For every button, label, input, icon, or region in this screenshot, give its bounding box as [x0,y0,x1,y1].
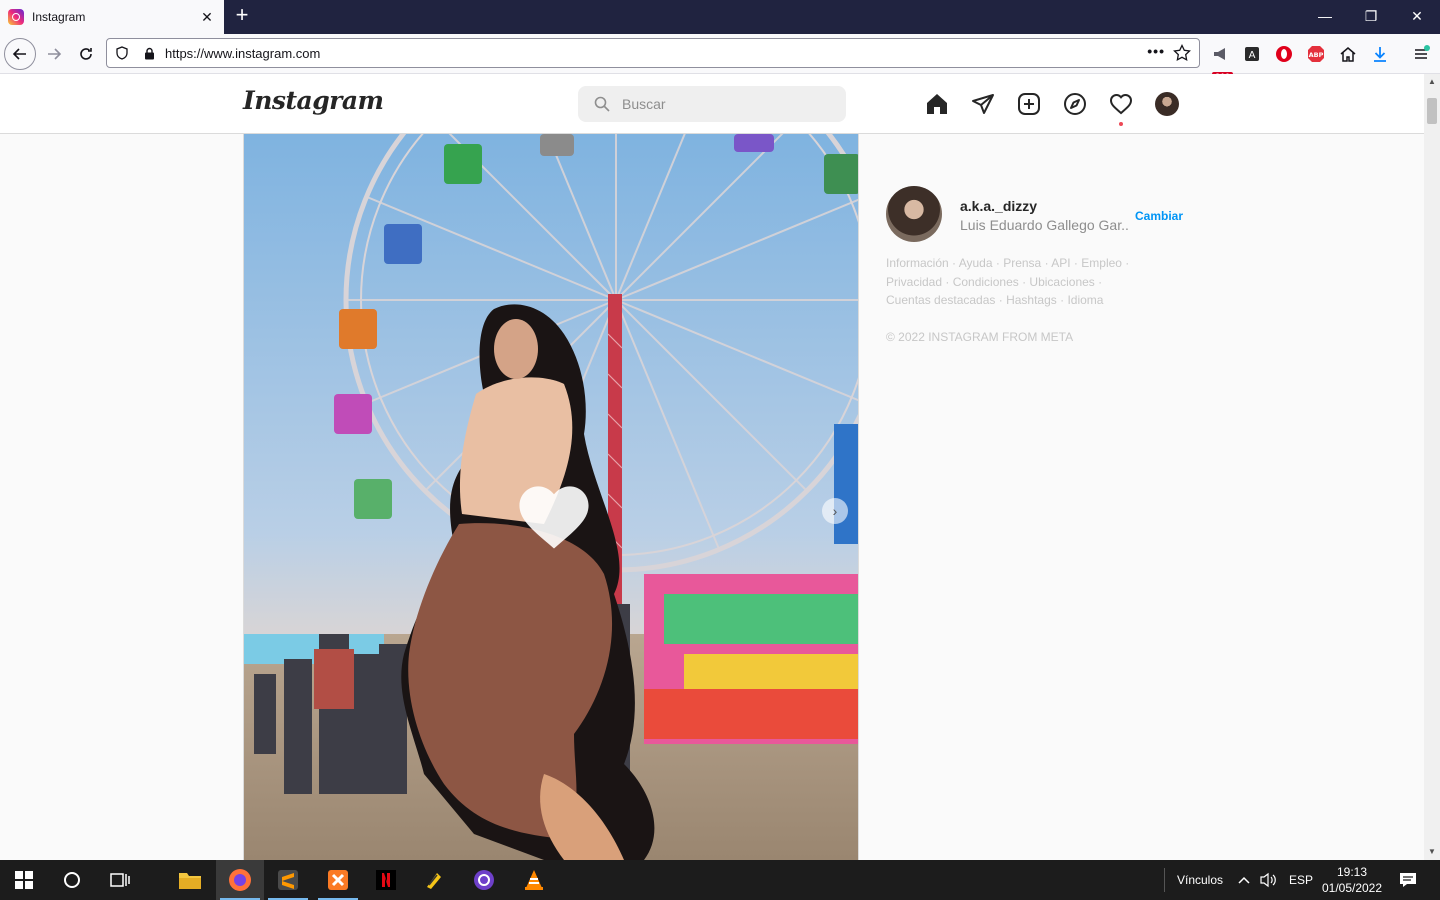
post-image[interactable]: › [243,134,859,860]
lock-icon[interactable] [143,46,155,60]
sidebar-profile-avatar[interactable] [886,186,942,242]
footer-link-api[interactable]: API [1051,256,1070,270]
footer-separator: · [992,256,1004,270]
back-button[interactable] [4,38,36,70]
page-actions-menu-icon[interactable]: ••• [1147,43,1165,59]
tracking-shield-icon[interactable] [115,45,129,61]
taskbar-separator [1164,868,1165,892]
links-toolbar-label[interactable]: Vínculos [1177,860,1223,900]
extension-translate-icon[interactable]: A [1241,43,1263,65]
back-arrow-icon [12,48,26,60]
svg-text:A: A [1249,50,1256,61]
svg-text:ABP: ABP [1309,51,1324,59]
search-input[interactable] [622,96,822,112]
vlc-icon[interactable] [510,860,558,900]
extension-opera-icon[interactable] [1273,43,1295,65]
footer-link-cuentas-destacadas[interactable]: Cuentas destacadas [886,293,995,307]
footer-link-privacidad[interactable]: Privacidad [886,275,942,289]
instagram-header: Instagram [0,74,1424,134]
url-text[interactable]: https://www.instagram.com [165,46,320,61]
clock-time: 19:13 [1336,865,1368,879]
footer-separator: · [1070,256,1082,270]
file-explorer-icon[interactable] [166,860,214,900]
clock-date: 01/05/2022 [1321,881,1383,895]
maximize-button[interactable]: ❐ [1348,0,1394,34]
home-icon[interactable] [924,91,950,117]
activity-heart-icon[interactable] [1108,91,1134,117]
windows-start-icon[interactable] [0,860,48,900]
bookmark-star-icon[interactable] [1173,43,1191,67]
minimize-button[interactable]: — [1302,0,1348,34]
search-box[interactable] [578,86,846,122]
downloads-icon[interactable] [1369,43,1391,65]
new-post-icon[interactable] [1016,91,1042,117]
footer-link-prensa[interactable]: Prensa [1003,256,1041,270]
scrollbar-thumb[interactable] [1427,98,1437,124]
reload-button[interactable] [70,38,102,70]
sublime-text-icon[interactable] [264,860,312,900]
cortana-search-icon[interactable] [48,860,96,900]
forward-button[interactable] [38,38,70,70]
instagram-logo[interactable]: Instagram [243,86,384,115]
new-tab-button[interactable]: + [230,4,254,28]
reload-icon [80,48,92,60]
browser-tab[interactable]: Instagram ✕ [0,0,224,34]
address-bar[interactable]: https://www.instagram.com ••• [106,38,1200,68]
footer-link-empleo[interactable]: Empleo [1081,256,1122,270]
footer-separator: · [995,293,1007,307]
footer-link-idioma[interactable]: Idioma [1067,293,1103,307]
app-menu-icon[interactable] [1410,43,1432,65]
footer-separator: · [948,256,959,270]
browser-toolbar: https://www.instagram.com ••• 210 A ABP [0,34,1440,83]
windows-taskbar: Vínculos ESP 19:13 01/05/2022 [0,860,1440,900]
sidebar-full-name: Luis Eduardo Gallego Gar... [960,217,1130,233]
notification-dot [1119,122,1123,126]
xampp-icon[interactable] [314,860,362,900]
page-scrollbar[interactable]: ▲ ▼ [1424,74,1440,860]
footer-link-hashtags[interactable]: Hashtags [1006,293,1057,307]
switch-account-button[interactable]: Cambiar [1135,209,1183,223]
close-window-button[interactable]: ✕ [1394,0,1440,34]
profile-avatar[interactable] [1155,92,1179,116]
forward-arrow-icon [48,48,62,60]
tab-title: Instagram [32,10,86,24]
sidebar-username[interactable]: a.k.a._dizzy [960,198,1037,214]
browser-tab-strip: Instagram ✕ + — ❐ ✕ [0,0,1440,34]
winamp-icon[interactable] [410,860,458,900]
action-center-icon[interactable] [1392,860,1424,900]
scroll-up-arrow-icon[interactable]: ▲ [1424,74,1440,90]
footer-links: Información · Ayuda · Prensa · API · Emp… [886,254,1146,310]
copyright-text: © 2022 INSTAGRAM FROM META [886,330,1074,344]
footer-link-ayuda[interactable]: Ayuda [959,256,993,270]
footer-separator: · [942,274,953,289]
like-heart-overlay-icon [519,486,589,549]
footer-separator: · [1094,274,1103,289]
input-language-indicator[interactable]: ESP [1289,860,1313,900]
footer-separator: · [1056,293,1068,307]
task-view-icon[interactable] [96,860,144,900]
direct-messages-icon[interactable] [970,91,996,117]
firefox-taskbar-icon[interactable] [216,860,264,900]
footer-link-informacion[interactable]: Información [886,256,949,270]
extension-megaphone-icon[interactable] [1210,43,1232,65]
close-tab-icon[interactable]: ✕ [198,9,216,26]
footer-separator: · [1121,256,1130,270]
instagram-favicon-icon [8,9,24,25]
carousel-next-button[interactable]: › [822,498,848,524]
scroll-down-arrow-icon[interactable]: ▼ [1424,844,1440,860]
footer-link-ubicaciones[interactable]: Ubicaciones [1029,275,1094,289]
netflix-icon[interactable] [362,860,410,900]
footer-separator: · [1018,274,1030,289]
extension-adblock-plus-icon[interactable]: ABP [1305,43,1327,65]
volume-icon[interactable] [1256,860,1280,900]
footer-link-condiciones[interactable]: Condiciones [953,275,1019,289]
show-hidden-icons-chevron-icon[interactable] [1232,860,1256,900]
home-icon[interactable] [1337,43,1359,65]
taskbar-clock[interactable]: 19:13 01/05/2022 [1316,864,1388,896]
search-icon [594,96,610,112]
github-desktop-icon[interactable] [460,860,508,900]
explore-icon[interactable] [1062,91,1088,117]
footer-separator: · [1041,256,1052,270]
